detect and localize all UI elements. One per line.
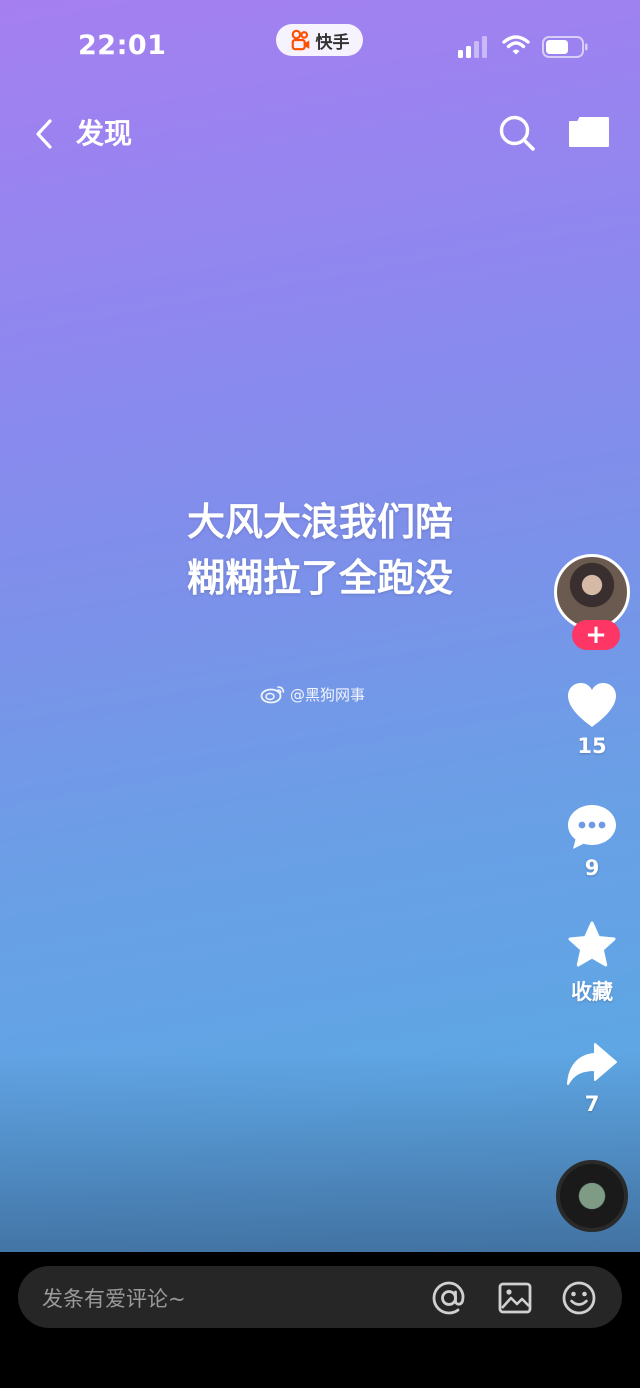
like-button[interactable]: 15 — [546, 680, 638, 758]
at-icon[interactable] — [430, 1279, 468, 1317]
author-avatar-group[interactable]: + — [554, 554, 630, 650]
avatar[interactable] — [554, 554, 630, 630]
video-caption: 大风大浪我们陪 糊糊拉了全跑没 — [100, 494, 540, 606]
top-navigation: 发现 — [0, 100, 640, 170]
app-name: 快手 — [315, 32, 350, 53]
wifi-icon — [502, 35, 530, 55]
video-background[interactable] — [0, 0, 640, 1252]
status-time: 22:01 — [78, 30, 167, 61]
comment-placeholder: 发条有爱评论~ — [42, 1287, 186, 1311]
chevron-left-icon — [36, 119, 52, 149]
cellular-signal-icon — [458, 36, 487, 58]
search-icon[interactable] — [496, 112, 538, 154]
star-icon — [568, 921, 616, 967]
status-bar: 22:01 快手 — [0, 0, 640, 90]
video-watermark: @黑狗网事 — [260, 682, 365, 706]
music-disc-icon[interactable] — [556, 1160, 628, 1232]
kuaishou-logo-icon — [291, 29, 309, 51]
share-arrow-icon — [567, 1043, 617, 1085]
follow-plus-label: + — [585, 620, 607, 650]
page-title: 发现 — [76, 117, 133, 150]
image-icon[interactable] — [496, 1279, 534, 1317]
battery-icon — [542, 36, 588, 58]
watermark-text: @黑狗网事 — [290, 685, 366, 704]
like-count: 15 — [577, 734, 607, 758]
heart-icon — [568, 683, 616, 727]
back-button[interactable] — [28, 114, 60, 154]
share-count: 7 — [584, 1092, 600, 1116]
app-indicator-pill[interactable]: 快手 — [276, 24, 363, 56]
comment-button[interactable]: 9 — [546, 802, 638, 880]
caption-line-1: 大风大浪我们陪 — [186, 500, 453, 544]
caption-line-2: 糊糊拉了全跑没 — [186, 556, 453, 600]
comment-bubble-icon — [568, 805, 616, 849]
share-button[interactable]: 7 — [546, 1040, 638, 1116]
weibo-icon — [260, 686, 285, 704]
comment-count: 9 — [584, 856, 600, 880]
comment-input[interactable]: 发条有爱评论~ — [18, 1266, 622, 1328]
emoji-icon[interactable] — [560, 1279, 598, 1317]
camera-icon[interactable] — [568, 116, 610, 150]
bottom-comment-bar: 发条有爱评论~ — [0, 1252, 640, 1388]
favorite-label: 收藏 — [571, 980, 613, 1004]
favorite-button[interactable]: 收藏 — [546, 920, 638, 1006]
follow-button[interactable]: + — [572, 620, 620, 650]
